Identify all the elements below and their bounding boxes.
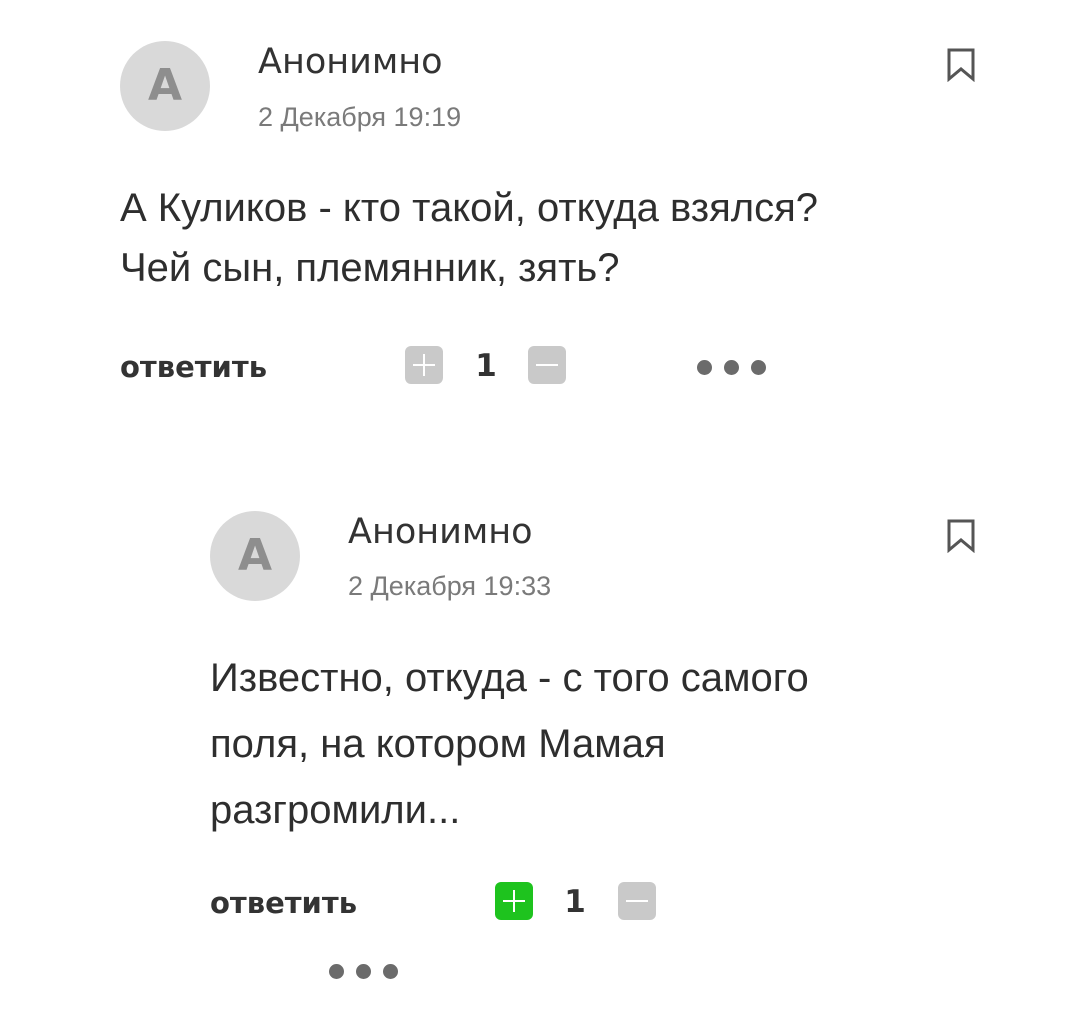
comment-text-line: А Куликов - кто такой, откуда взялся? (120, 186, 819, 230)
comment-text: Известно, откуда - с того самого поля, н… (210, 645, 809, 843)
more-dots-icon[interactable] (695, 357, 775, 377)
comment-text-line: поля, на котором Мамая (210, 722, 666, 766)
reply-button[interactable]: ответить (120, 349, 267, 385)
reply-button[interactable]: ответить (210, 885, 357, 921)
vote-score: 1 (564, 884, 586, 920)
downvote-button[interactable] (618, 882, 656, 920)
comment-text-line: разгромили... (210, 788, 461, 832)
comment-text-line: Чей сын, племянник, зять? (120, 246, 620, 290)
bookmark-icon[interactable] (946, 48, 976, 82)
upvote-button[interactable] (405, 346, 443, 384)
comment-text: А Куликов - кто такой, откуда взялся? Че… (120, 178, 818, 298)
comment-date: 2 Декабря 19:33 (348, 571, 552, 601)
vote-score: 1 (475, 348, 497, 384)
upvote-button[interactable] (495, 882, 533, 920)
avatar[interactable]: А (120, 41, 210, 131)
comment-date: 2 Декабря 19:19 (258, 102, 462, 132)
downvote-button[interactable] (528, 346, 566, 384)
comment-author[interactable]: Анонимно (258, 42, 443, 82)
more-dots-icon[interactable] (327, 961, 407, 981)
bookmark-icon[interactable] (946, 519, 976, 553)
comment-author[interactable]: Анонимно (348, 512, 533, 552)
avatar[interactable]: А (210, 511, 300, 601)
comment-text-line: Известно, откуда - с того самого (210, 656, 809, 700)
